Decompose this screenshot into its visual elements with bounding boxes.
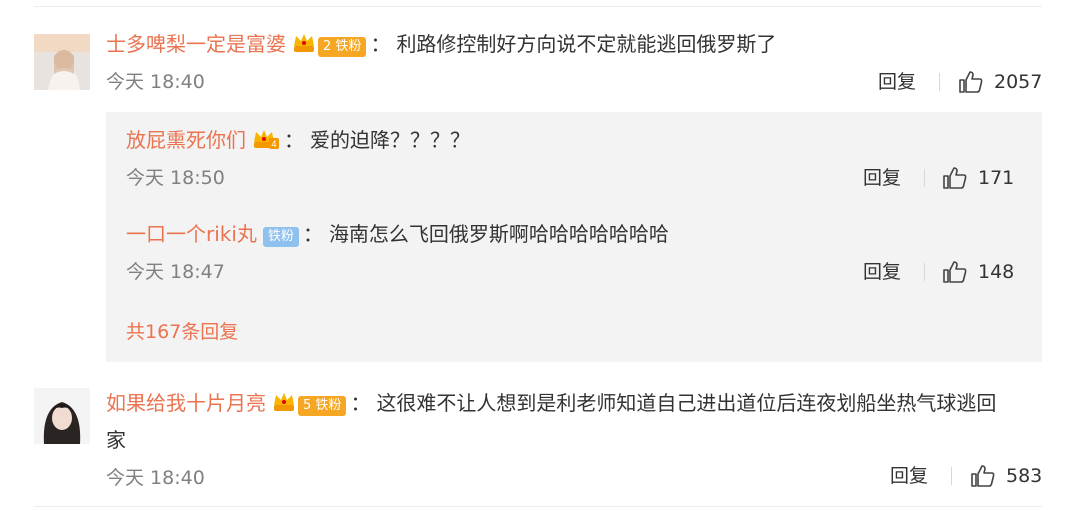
comment-text: 利路修控制好方向说不定就能逃回俄罗斯了 xyxy=(396,32,777,56)
comment-time: 今天 18:40 xyxy=(106,71,205,93)
like-count: 583 xyxy=(1006,465,1043,487)
reply-time: 今天 18:47 xyxy=(126,261,225,283)
fan-badge[interactable]: 2 铁粉 xyxy=(318,37,367,57)
crown-badge-level: 4 xyxy=(271,139,276,149)
username-link[interactable]: 如果给我十片月亮 xyxy=(106,391,266,415)
comment-time: 今天 18:40 xyxy=(106,467,205,489)
reply-button[interactable]: 回复 xyxy=(863,259,901,285)
fan-badge-label: 铁粉 xyxy=(335,39,362,54)
comment-content-line: 士多啤梨一定是富婆 2 铁粉：利路修控制好方向说不定就能逃回俄罗斯了 xyxy=(106,30,776,58)
reply-button[interactable]: 回复 xyxy=(890,463,928,489)
colon-separator: ： xyxy=(350,391,371,415)
reply-button[interactable]: 回复 xyxy=(863,165,901,191)
colon-separator: ： xyxy=(370,32,391,56)
more-replies-link[interactable]: 共167条回复 xyxy=(126,319,238,345)
fan-badge-level: 5 xyxy=(303,398,312,413)
action-divider xyxy=(951,467,952,485)
crown-badge-icon[interactable]: 4 xyxy=(252,128,280,150)
reply-content-line: 放屁熏死你们 4 ：爱的迫降？？？？ xyxy=(126,126,470,154)
like-count: 2057 xyxy=(994,71,1043,93)
thumbs-up-icon xyxy=(943,167,967,189)
reply-button[interactable]: 回复 xyxy=(878,69,916,95)
avatar[interactable] xyxy=(34,34,90,90)
crown-badge-icon[interactable] xyxy=(292,32,316,54)
thumbs-up-icon xyxy=(943,261,967,283)
colon-separator: ： xyxy=(302,222,323,246)
like-count: 171 xyxy=(978,167,1015,189)
comment-content-line: 如果给我十片月亮 5 铁粉：这很难不让人想到是利老师知道自己进出道位后连夜划船坐热… xyxy=(106,389,996,417)
thumbs-up-icon xyxy=(971,465,995,487)
top-divider xyxy=(34,6,1042,7)
comment-content-line-2: 家 xyxy=(106,426,126,454)
avatar[interactable] xyxy=(34,388,90,444)
fan-badge-level: 2 xyxy=(323,39,332,54)
username-link[interactable]: 一口一个riki丸 xyxy=(126,222,257,246)
fan-badge[interactable]: 5 铁粉 xyxy=(298,396,347,416)
like-count: 148 xyxy=(978,261,1015,283)
fan-badge[interactable]: 铁粉 xyxy=(262,227,299,247)
username-link[interactable]: 放屁熏死你们 xyxy=(126,128,246,152)
comment-text: 这很难不让人想到是利老师知道自己进出道位后连夜划船坐热气球逃回 xyxy=(376,391,997,415)
fan-badge-label: 铁粉 xyxy=(315,398,342,413)
reply-box: 放屁熏死你们 4：爱的迫降？？？？ 今天 18:50 回复 171 一口一个rik… xyxy=(106,112,1042,362)
reply-text: 爱的迫降？？？？ xyxy=(310,128,470,152)
username-link[interactable]: 士多啤梨一定是富婆 xyxy=(106,32,286,56)
action-divider xyxy=(939,73,940,91)
reply-time: 今天 18:50 xyxy=(126,167,225,189)
reply-text: 海南怎么飞回俄罗斯啊哈哈哈哈哈哈哈 xyxy=(328,222,669,246)
colon-separator: ： xyxy=(284,128,304,152)
thumbs-up-icon xyxy=(959,71,983,93)
action-divider xyxy=(924,263,925,281)
action-divider xyxy=(924,169,925,187)
comment-text-continued: 家 xyxy=(106,428,126,452)
bottom-divider xyxy=(34,506,1042,507)
reply-content-line: 一口一个riki丸 铁粉：海南怎么飞回俄罗斯啊哈哈哈哈哈哈哈 xyxy=(126,220,669,248)
crown-badge-icon[interactable] xyxy=(272,391,296,413)
